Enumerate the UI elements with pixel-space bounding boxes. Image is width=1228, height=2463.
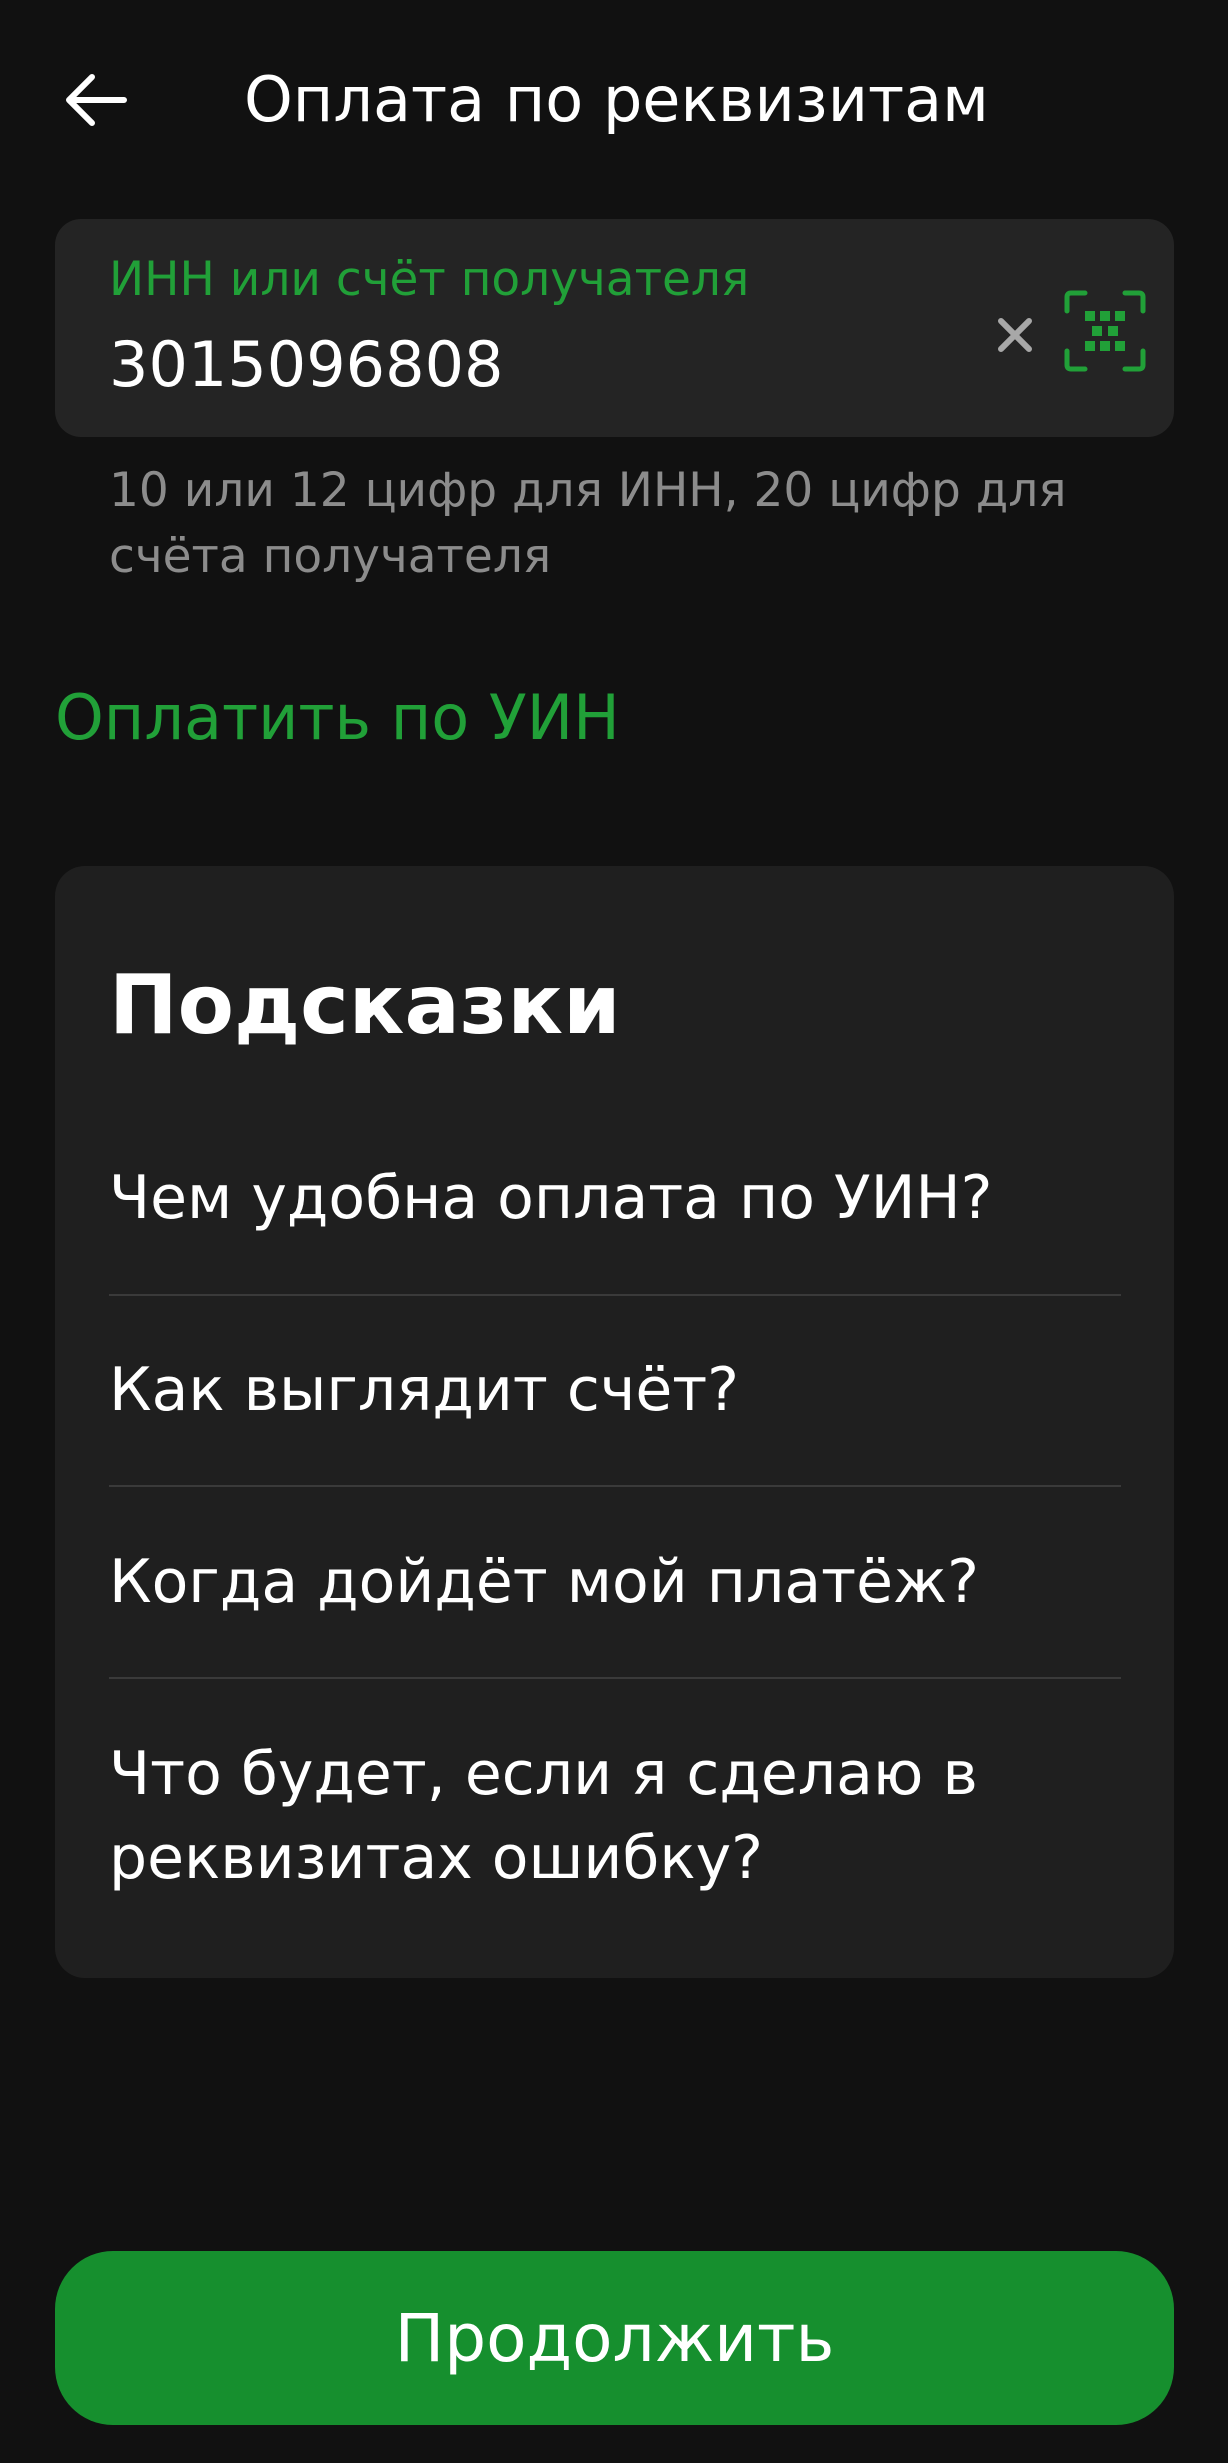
scan-button[interactable]: [1055, 281, 1155, 381]
tips-title: Подсказки: [109, 958, 621, 1053]
back-button[interactable]: [55, 60, 135, 140]
tip-item[interactable]: Когда дойдёт мой платёж?: [109, 1540, 1121, 1624]
divider: [109, 1294, 1121, 1296]
close-icon: [998, 318, 1032, 352]
tips-card: Подсказки Чем удобна оплата по УИН? Как …: [55, 866, 1174, 1978]
tip-item[interactable]: Что будет, если я сделаю в реквизитах ош…: [109, 1732, 1121, 1900]
divider: [109, 1485, 1121, 1487]
tip-item[interactable]: Чем удобна оплата по УИН?: [109, 1156, 1121, 1240]
top-bar: Оплата по реквизитам: [0, 0, 1228, 200]
recipient-field-value[interactable]: 3015096808: [109, 327, 503, 403]
recipient-field[interactable]: ИНН или счёт получателя 3015096808: [55, 219, 1174, 437]
continue-button[interactable]: Продолжить: [55, 2251, 1174, 2425]
recipient-field-hint: 10 или 12 цифр для ИНН, 20 цифр для счёт…: [109, 463, 1067, 584]
pay-by-uin-link[interactable]: Оплатить по УИН: [55, 680, 620, 756]
page-title: Оплата по реквизитам: [244, 63, 989, 136]
clear-button[interactable]: [975, 295, 1055, 375]
tip-item[interactable]: Как выглядит счёт?: [109, 1348, 1121, 1432]
screen: Оплата по реквизитам ИНН или счёт получа…: [0, 0, 1228, 2463]
arrow-left-icon: [66, 74, 127, 126]
recipient-field-label: ИНН или счёт получателя: [109, 252, 750, 307]
qr-scan-icon: [1064, 290, 1146, 372]
divider: [109, 1677, 1121, 1679]
